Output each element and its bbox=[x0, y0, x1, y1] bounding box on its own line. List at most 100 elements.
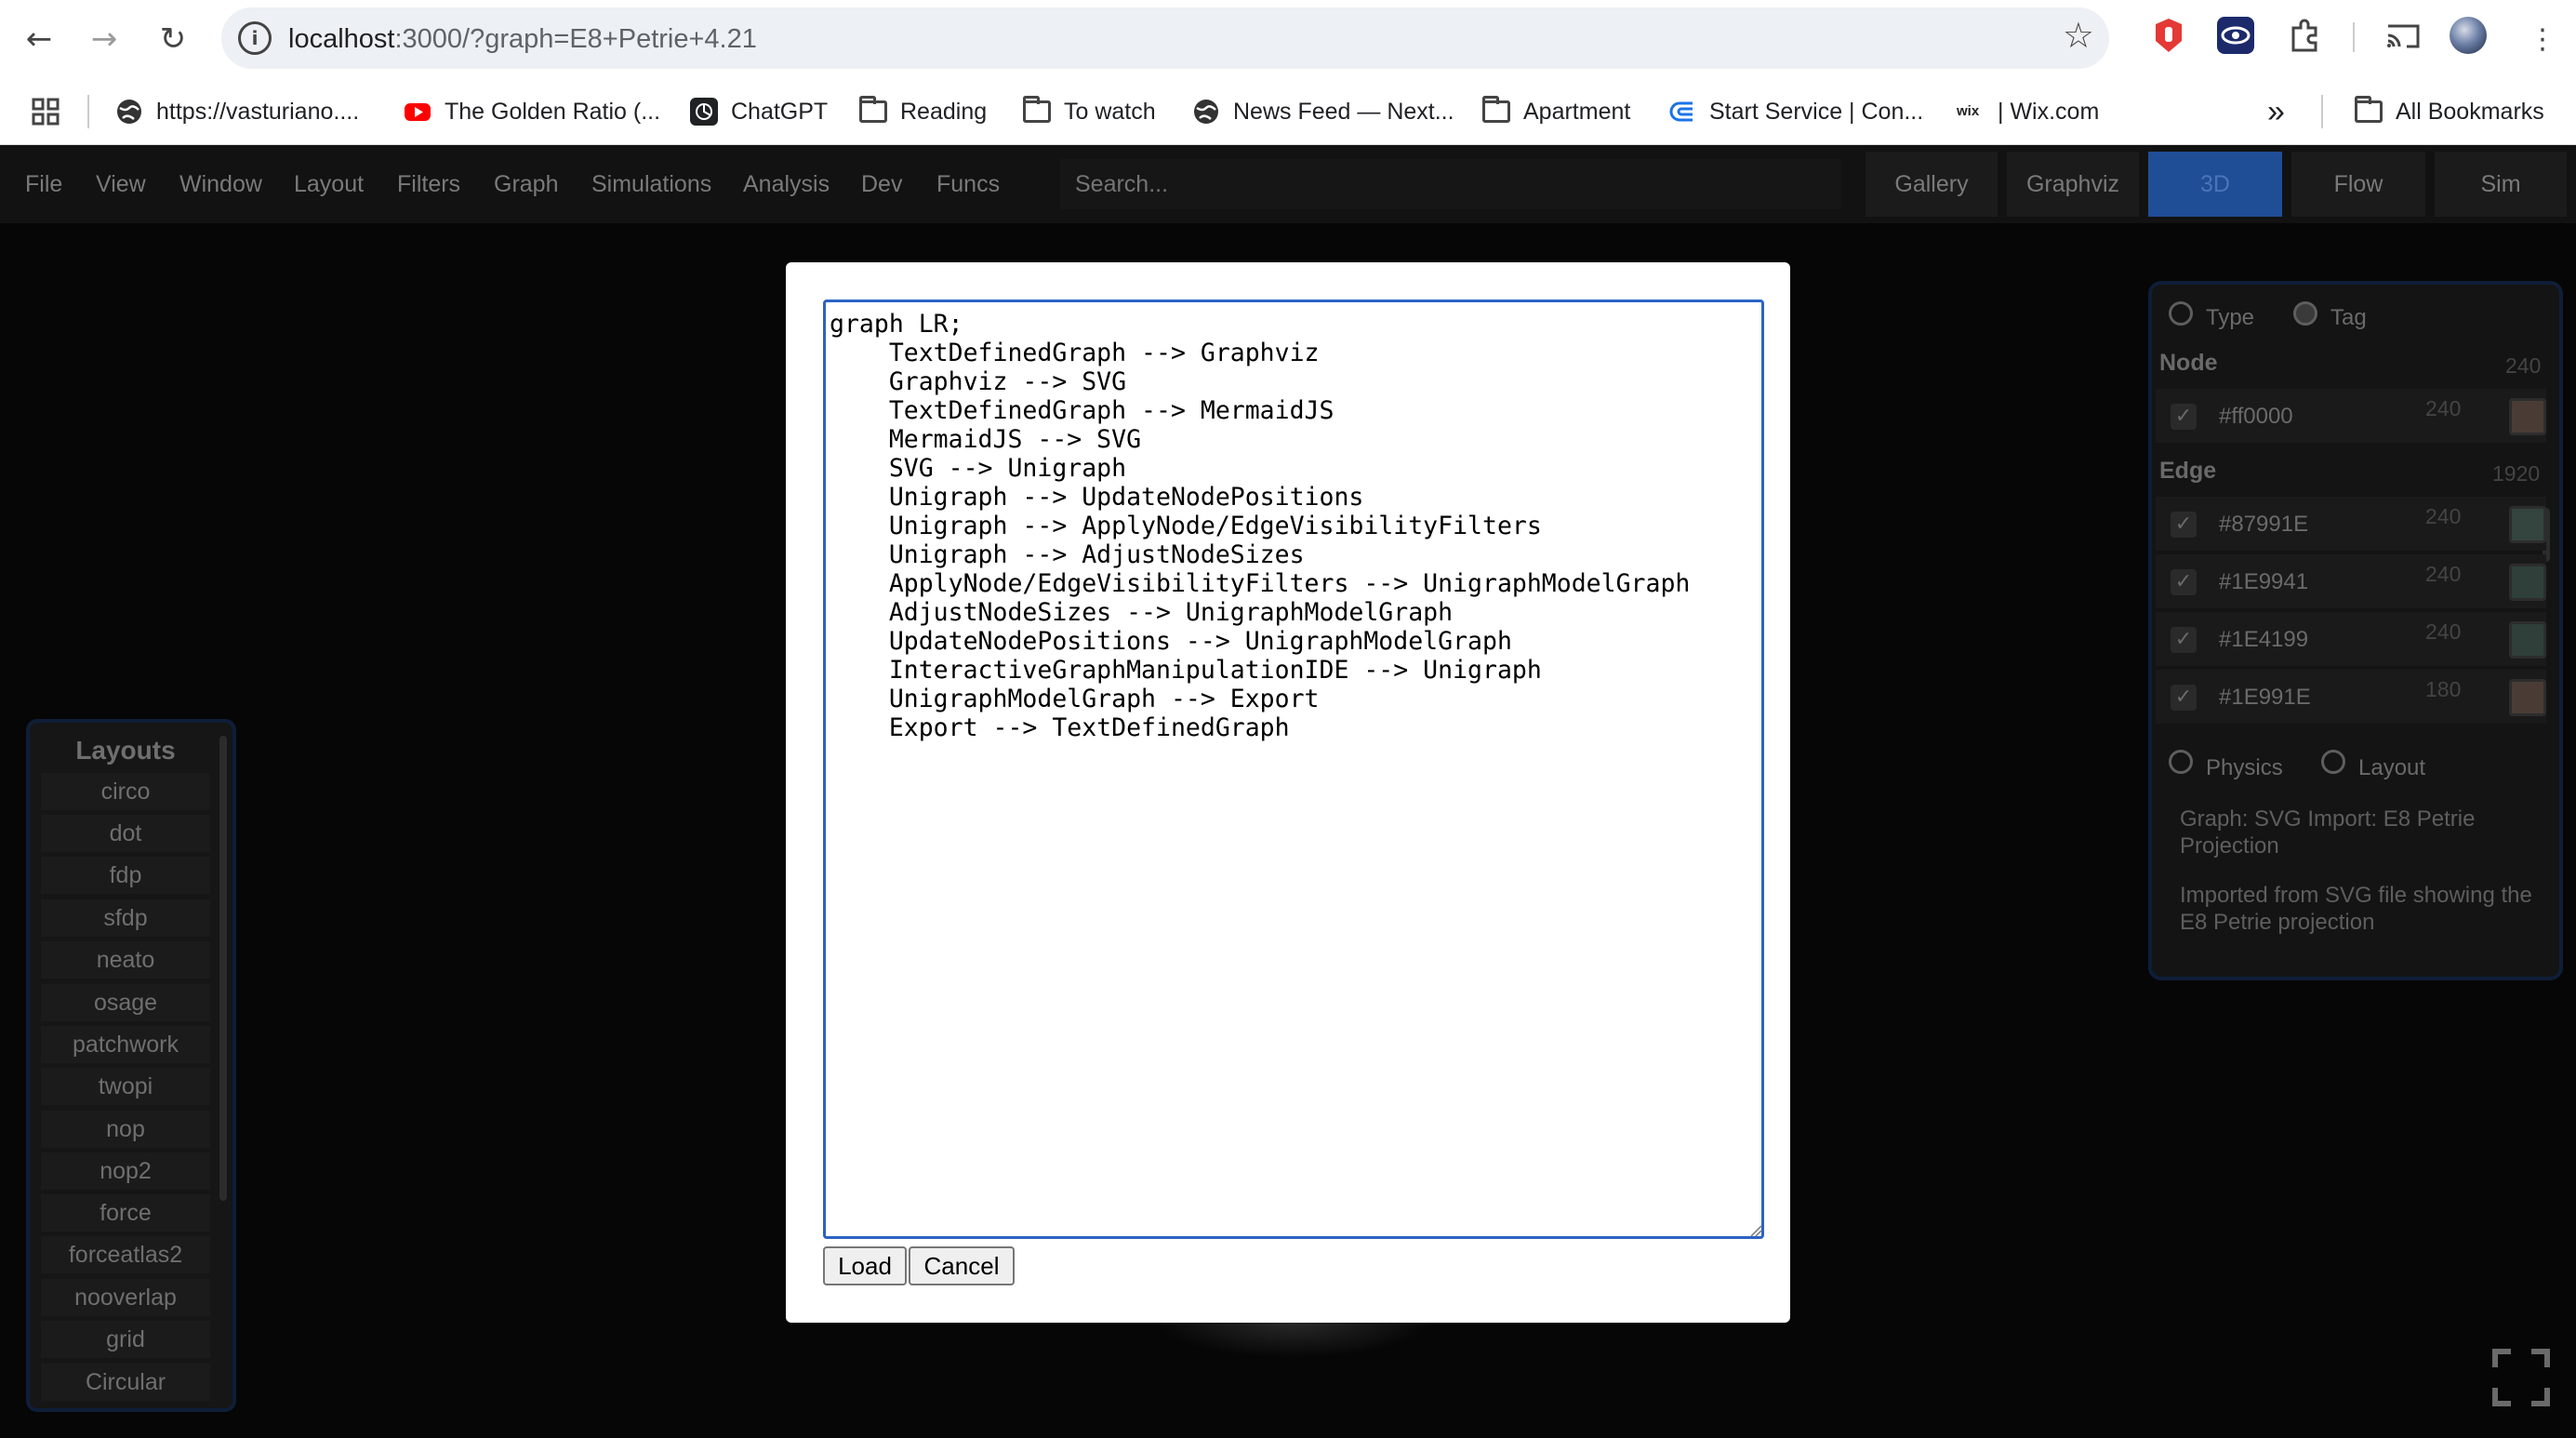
profile-avatar[interactable] bbox=[2450, 17, 2487, 54]
eye-extension-icon[interactable] bbox=[2217, 17, 2254, 54]
menu-filters[interactable]: Filters bbox=[397, 171, 460, 198]
back-icon[interactable]: ← bbox=[13, 13, 65, 65]
row-count: 240 bbox=[2425, 396, 2462, 420]
bookmark-item[interactable]: Start Service | Con... bbox=[1668, 93, 1923, 130]
tag-radio[interactable] bbox=[2293, 301, 2317, 326]
layout-item[interactable]: osage bbox=[41, 984, 210, 1021]
bookmark-item[interactable]: News Feed — Next... bbox=[1192, 93, 1454, 130]
layout-item[interactable]: fdp bbox=[41, 857, 210, 894]
menu-window[interactable]: Window bbox=[179, 171, 262, 198]
tab-sim[interactable]: Sim bbox=[2435, 152, 2567, 217]
bookmark-item[interactable]: https://vasturiano.... bbox=[115, 93, 359, 130]
layout-item[interactable]: nop bbox=[41, 1111, 210, 1148]
all-bookmarks-folder[interactable]: All Bookmarks bbox=[2355, 93, 2544, 130]
graph-text-dialog: graph LR; TextDefinedGraph --> Graphviz … bbox=[786, 262, 1790, 1323]
color-swatch[interactable] bbox=[2509, 398, 2546, 435]
adblock-extension-icon[interactable] bbox=[2150, 17, 2187, 54]
layout-item[interactable]: grid bbox=[41, 1321, 210, 1358]
color-swatch[interactable] bbox=[2509, 506, 2546, 543]
bookmark-label: Start Service | Con... bbox=[1709, 98, 1924, 125]
layout-item[interactable]: twopi bbox=[41, 1068, 210, 1105]
row-label: #ff0000 bbox=[2219, 404, 2293, 429]
bookmark-folder[interactable]: Reading bbox=[859, 93, 987, 130]
physics-radio-label: Physics bbox=[2206, 755, 2283, 780]
menu-graph[interactable]: Graph bbox=[494, 171, 558, 198]
graph-definition-editor[interactable]: graph LR; TextDefinedGraph --> Graphviz … bbox=[823, 300, 1764, 1239]
row-checkbox[interactable]: ✓ bbox=[2171, 512, 2197, 538]
legend-row[interactable]: ✓ #1E4199 240 bbox=[2156, 612, 2546, 666]
bookmark-item[interactable]: wix | Wix.com bbox=[1957, 93, 2099, 130]
menu-file[interactable]: File bbox=[25, 171, 62, 198]
layouts-scrollbar[interactable] bbox=[219, 736, 227, 1201]
load-button[interactable]: Load bbox=[823, 1246, 907, 1285]
layout-item[interactable]: dot bbox=[41, 815, 210, 852]
bookmark-star-icon[interactable]: ☆ bbox=[2063, 15, 2094, 56]
reload-icon[interactable]: ↻ bbox=[147, 13, 199, 65]
menu-funcs[interactable]: Funcs bbox=[936, 171, 1000, 198]
tab-3d[interactable]: 3D bbox=[2148, 152, 2282, 217]
resize-grip-icon[interactable] bbox=[1749, 1224, 1762, 1237]
extensions-puzzle-icon[interactable] bbox=[2286, 17, 2323, 54]
layout-item[interactable]: force bbox=[41, 1194, 210, 1232]
layout-item[interactable]: sfdp bbox=[41, 899, 210, 937]
fullscreen-icon[interactable] bbox=[2492, 1349, 2550, 1406]
apps-grid-icon[interactable] bbox=[32, 93, 60, 130]
bookmark-item[interactable]: The Golden Ratio (... bbox=[404, 93, 660, 130]
folder-icon bbox=[2355, 96, 2383, 123]
layout-radio[interactable] bbox=[2321, 750, 2345, 774]
tab-graphviz[interactable]: Graphviz bbox=[2007, 152, 2139, 217]
row-checkbox[interactable]: ✓ bbox=[2171, 569, 2197, 595]
tab-gallery[interactable]: Gallery bbox=[1866, 152, 1998, 217]
graph-name: Graph: SVG Import: E8 Petrie Projection bbox=[2180, 806, 2476, 859]
cancel-button[interactable]: Cancel bbox=[909, 1246, 1015, 1285]
bookmark-item[interactable]: ChatGPT bbox=[690, 93, 828, 130]
legend-row[interactable]: ✓ #ff0000 240 bbox=[2156, 389, 2546, 443]
menu-simulations[interactable]: Simulations bbox=[591, 171, 711, 198]
menu-view[interactable]: View bbox=[96, 171, 146, 198]
site-info-icon[interactable]: i bbox=[238, 21, 272, 55]
type-radio[interactable] bbox=[2169, 301, 2193, 326]
chrome-menu-icon[interactable]: ⋮ bbox=[2516, 13, 2569, 65]
layout-item[interactable]: Circular bbox=[41, 1364, 210, 1401]
menu-layout[interactable]: Layout bbox=[294, 171, 364, 198]
globe-icon bbox=[115, 98, 143, 126]
layout-item[interactable]: circo bbox=[41, 773, 210, 810]
layout-item[interactable]: patchwork bbox=[41, 1026, 210, 1063]
app-search-input[interactable] bbox=[1060, 159, 1841, 209]
forward-icon[interactable]: → bbox=[78, 13, 130, 65]
legend-row[interactable]: ✓ #87991E 240 bbox=[2156, 497, 2546, 551]
tab-flow[interactable]: Flow bbox=[2291, 152, 2425, 217]
color-swatch[interactable] bbox=[2509, 679, 2546, 716]
legend-row[interactable]: ✓ #1E9941 240 bbox=[2156, 554, 2546, 608]
bookmark-label: News Feed — Next... bbox=[1233, 98, 1454, 125]
url-text[interactable]: localhost:3000/?graph=E8+Petrie+4.21 bbox=[288, 24, 757, 55]
row-checkbox[interactable]: ✓ bbox=[2171, 404, 2197, 430]
row-checkbox[interactable]: ✓ bbox=[2171, 685, 2197, 711]
bookmarks-overflow-icon[interactable]: » bbox=[2267, 93, 2285, 130]
row-checkbox[interactable]: ✓ bbox=[2171, 627, 2197, 653]
physics-radio[interactable] bbox=[2169, 750, 2193, 774]
tag-radio-label: Tag bbox=[2330, 305, 2367, 330]
layout-item[interactable]: nooverlap bbox=[41, 1279, 210, 1316]
node-count: 240 bbox=[2505, 353, 2542, 378]
node-header: Node bbox=[2159, 350, 2218, 376]
row-count: 240 bbox=[2425, 619, 2462, 644]
bookmark-folder[interactable]: Apartment bbox=[1482, 93, 1630, 130]
layout-item[interactable]: forceatlas2 bbox=[41, 1236, 210, 1273]
color-swatch[interactable] bbox=[2509, 564, 2546, 601]
bookmark-folder[interactable]: To watch bbox=[1023, 93, 1156, 130]
all-bookmarks-label: All Bookmarks bbox=[2396, 98, 2544, 125]
legend-row[interactable]: ✓ #1E991E 180 bbox=[2156, 670, 2546, 724]
cast-icon[interactable] bbox=[2384, 17, 2422, 54]
layout-item[interactable]: nop2 bbox=[41, 1152, 210, 1190]
graph-glow bbox=[1153, 1321, 1432, 1358]
address-bar[interactable]: i localhost:3000/?graph=E8+Petrie+4.21 ☆ bbox=[221, 7, 2109, 69]
type-radio-label: Type bbox=[2206, 305, 2255, 330]
menu-dev[interactable]: Dev bbox=[861, 171, 902, 198]
menu-analysis[interactable]: Analysis bbox=[743, 171, 830, 198]
chatgpt-icon bbox=[690, 98, 718, 126]
layout-radio-label: Layout bbox=[2358, 755, 2426, 780]
color-swatch[interactable] bbox=[2509, 621, 2546, 659]
bookmark-label: Apartment bbox=[1523, 98, 1631, 125]
layout-item[interactable]: neato bbox=[41, 941, 210, 979]
